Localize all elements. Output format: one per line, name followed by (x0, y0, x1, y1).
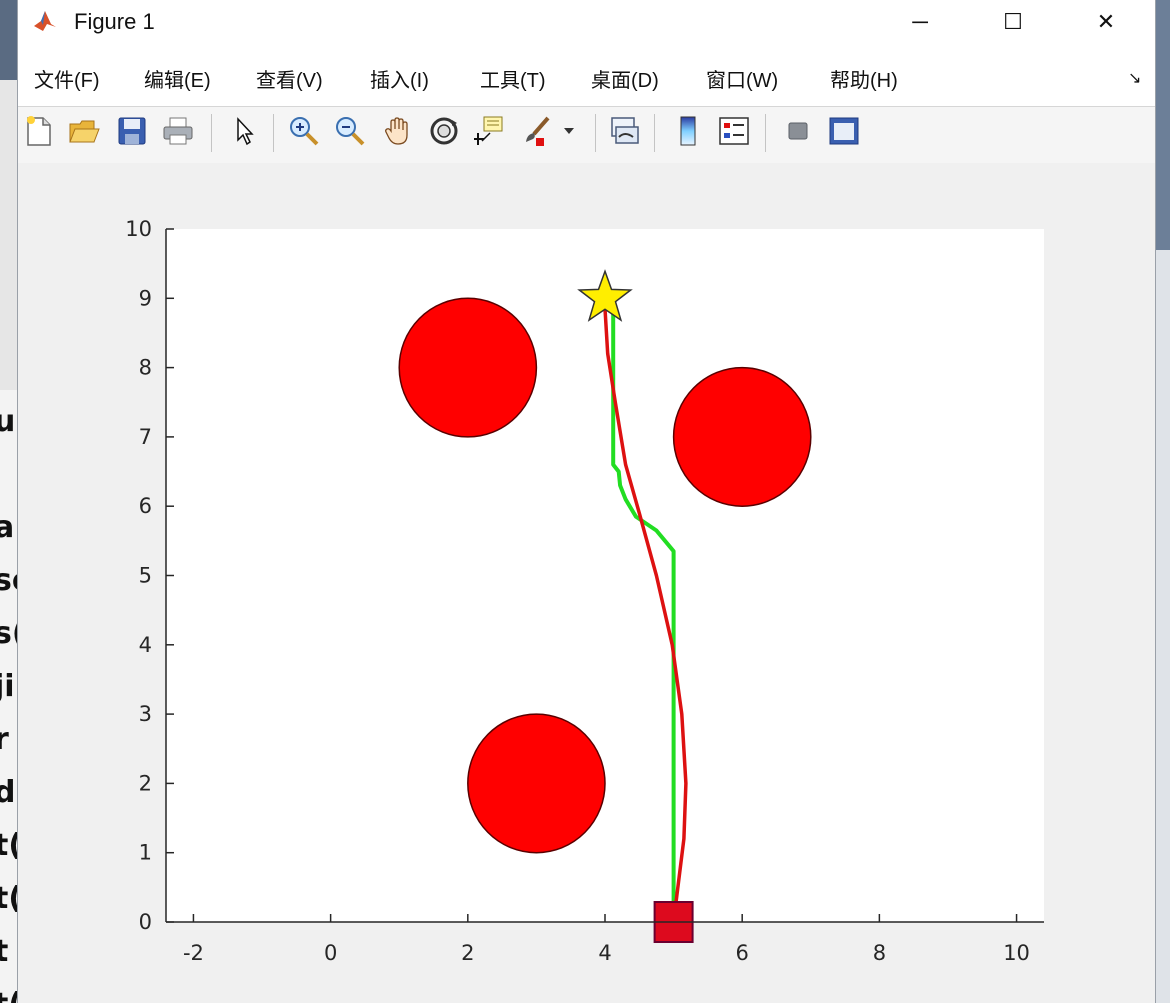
minimize-button[interactable]: ─ (897, 0, 943, 44)
print-icon[interactable] (160, 113, 196, 149)
toolbar-separator (654, 114, 655, 152)
plot-axes[interactable]: -2 0 2 4 6 8 10 0 1 2 3 4 5 6 7 8 9 10 (18, 163, 1155, 1003)
background-editor-toolbar (0, 80, 18, 390)
background-editor-window: u a se s( ji r d t( t( t t( (0, 0, 18, 1003)
menu-window[interactable]: 窗口(W) (706, 64, 778, 93)
y-tick-label: 4 (139, 633, 152, 657)
zoom-in-icon[interactable] (286, 113, 322, 149)
x-tick-label: -2 (183, 941, 204, 965)
minimize-icon: ─ (912, 9, 928, 34)
maximize-icon: ☐ (1003, 9, 1023, 34)
x-tick-label: 8 (873, 941, 886, 965)
toolbar-separator (273, 114, 274, 152)
obstacle-circle (467, 713, 606, 854)
x-tick-label: 6 (736, 941, 749, 965)
y-tick-label: 7 (139, 425, 152, 449)
link-plot-icon[interactable] (607, 113, 643, 149)
menu-tools[interactable]: 工具(T) (480, 64, 546, 93)
menu-file[interactable]: 文件(F) (34, 64, 100, 93)
toolbar-separator (211, 114, 212, 152)
zoom-out-icon[interactable] (332, 113, 368, 149)
y-tick-label: 8 (139, 356, 152, 380)
background-code-text: u a se s( ji r d t( t( t t( (0, 404, 18, 1003)
show-plot-tools-icon[interactable] (826, 113, 862, 149)
x-tick-label: 0 (324, 941, 337, 965)
menu-insert[interactable]: 插入(I) (370, 64, 429, 93)
y-tick-label: 2 (139, 771, 152, 795)
hide-plot-tools-icon[interactable] (780, 113, 816, 149)
background-edge-dark (1155, 0, 1170, 250)
x-tick-label: 2 (461, 941, 474, 965)
menu-help[interactable]: 帮助(H) (830, 64, 898, 93)
toolbar-separator (595, 114, 596, 152)
save-icon[interactable] (114, 113, 150, 149)
x-tick-label: 10 (1003, 941, 1030, 965)
legend-icon[interactable] (716, 113, 752, 149)
obstacle-circle (398, 297, 538, 438)
close-icon: ✕ (1096, 9, 1116, 34)
brush-dropdown-icon[interactable] (559, 113, 579, 149)
title-bar[interactable]: Figure 1 ─ ☐ ✕ (18, 0, 1155, 44)
open-file-icon[interactable] (66, 113, 102, 149)
y-tick-label: 9 (139, 286, 152, 310)
undock-arrow-icon[interactable]: ↘ (1128, 68, 1141, 88)
y-tick-label: 6 (139, 494, 152, 518)
edit-plot-arrow-icon[interactable] (226, 113, 262, 149)
menu-view[interactable]: 查看(V) (256, 64, 323, 93)
y-tick-label: 1 (139, 841, 152, 865)
figure-window: Figure 1 ─ ☐ ✕ 文件(F) 编辑(E) 查看(V) 插入(I) 工… (18, 0, 1155, 1003)
y-tick-label: 5 (139, 564, 152, 588)
window-title: Figure 1 (74, 9, 155, 34)
matlab-logo-icon (32, 8, 58, 34)
rotate-3d-icon[interactable] (426, 113, 462, 149)
brush-icon[interactable] (518, 113, 554, 149)
background-editor-header (0, 0, 18, 80)
pan-hand-icon[interactable] (380, 113, 416, 149)
y-tick-label: 10 (125, 217, 152, 241)
data-cursor-icon[interactable] (472, 113, 508, 149)
menu-edit[interactable]: 编辑(E) (144, 64, 211, 93)
obstacle-circle (672, 366, 812, 507)
new-figure-icon[interactable] (21, 113, 57, 149)
toolbar-separator (765, 114, 766, 152)
close-button[interactable]: ✕ (1083, 0, 1129, 44)
y-tick-label: 3 (139, 702, 152, 726)
colorbar-icon[interactable] (670, 113, 706, 149)
maximize-button[interactable]: ☐ (990, 0, 1036, 44)
background-window-edge (1155, 0, 1170, 1003)
y-tick-label: 0 (139, 910, 152, 934)
x-tick-label: 4 (598, 941, 611, 965)
menu-desktop[interactable]: 桌面(D) (591, 64, 659, 93)
